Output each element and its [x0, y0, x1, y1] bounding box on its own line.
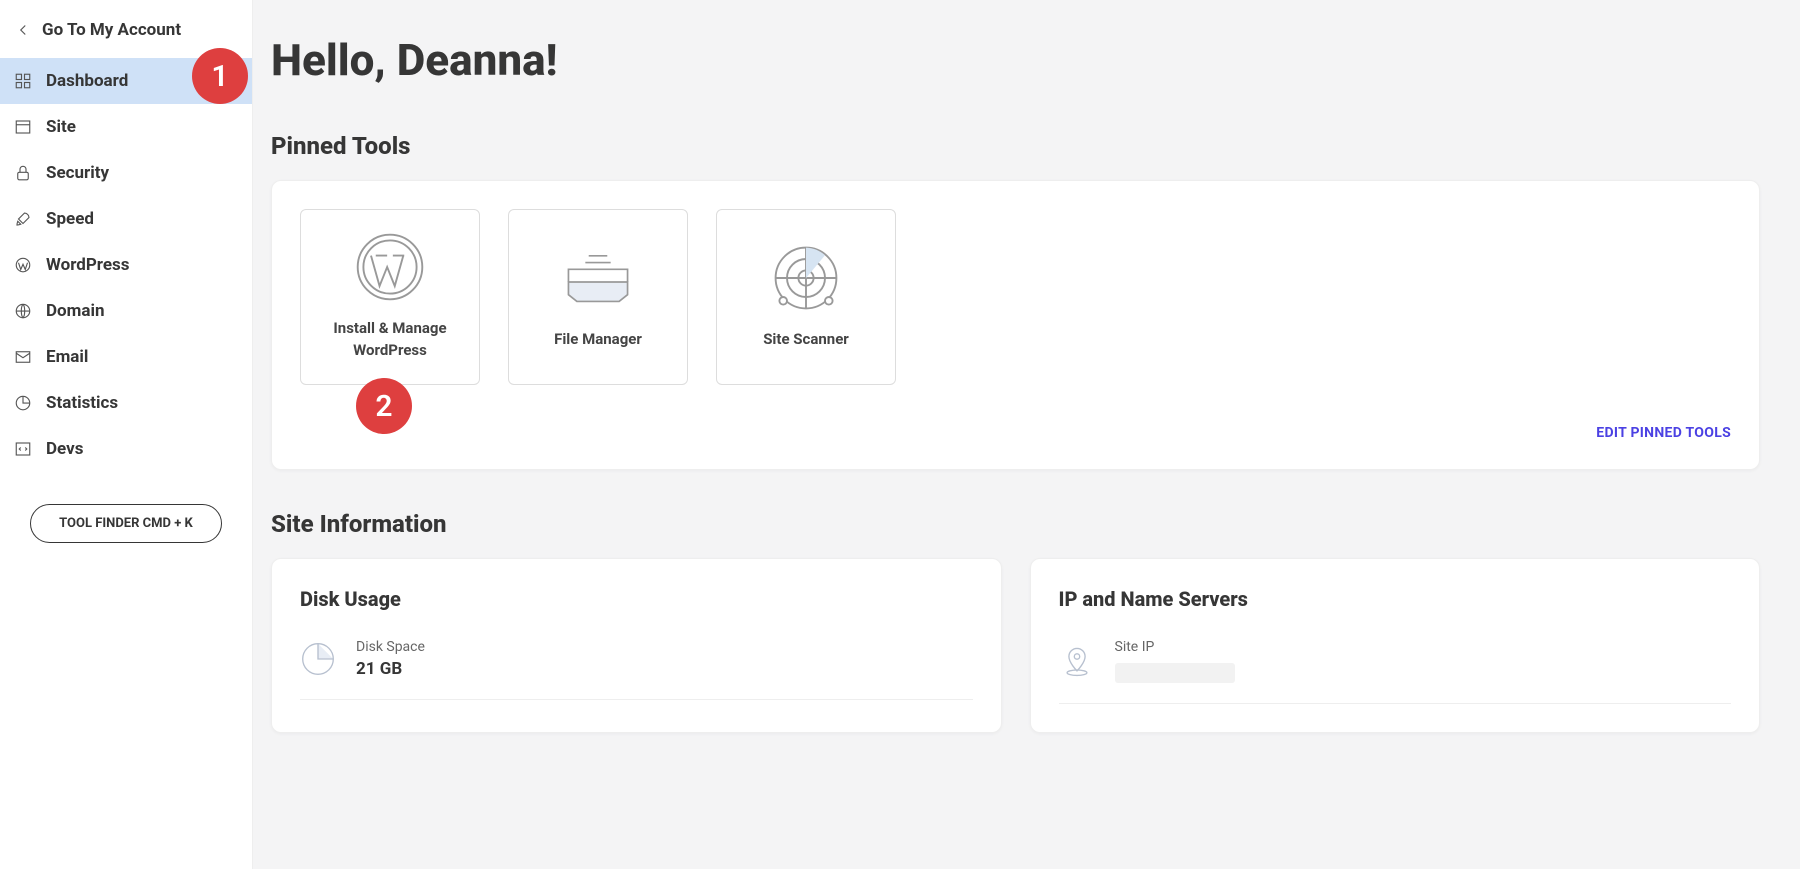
pie-chart-icon [300, 641, 336, 677]
sidebar-item-email[interactable]: Email [0, 334, 252, 380]
site-ip-row: Site IP [1059, 639, 1732, 704]
tool-label: File Manager [554, 329, 642, 351]
pinned-tools-title: Pinned Tools [271, 132, 1760, 160]
sidebar-item-label: Devs [46, 439, 83, 459]
pie-icon [14, 394, 32, 412]
ip-card: IP and Name Servers Site IP [1030, 558, 1761, 733]
lock-icon [14, 164, 32, 182]
disk-space-label: Disk Space [356, 639, 425, 655]
sidebar-item-label: Speed [46, 209, 94, 229]
site-ip-label: Site IP [1115, 639, 1235, 655]
ip-card-title: IP and Name Servers [1059, 587, 1732, 611]
tool-card-wordpress[interactable]: Install & Manage WordPress [300, 209, 480, 385]
edit-pinned-tools-link[interactable]: EDIT PINNED TOOLS [300, 425, 1731, 441]
annotation-marker-1: 1 [192, 48, 248, 104]
sidebar-item-label: Statistics [46, 393, 118, 413]
sidebar-item-label: Site [46, 117, 76, 137]
tools-row: Install & Manage WordPress File Manager [300, 209, 1731, 385]
tool-finder-label: TOOL FINDER CMD + K [59, 516, 193, 531]
disk-usage-card: Disk Usage Disk Space 21 GB [271, 558, 1002, 733]
wordpress-icon [14, 256, 32, 274]
go-to-account-label: Go To My Account [42, 20, 181, 40]
tool-label: Site Scanner [763, 329, 849, 351]
tool-label: Install & Manage WordPress [313, 318, 467, 362]
arrow-left-icon [14, 21, 32, 39]
filemanager-big-icon [560, 243, 636, 313]
main-content: Hello, Deanna! Pinned Tools Install & Ma… [253, 0, 1800, 869]
site-info-row: Disk Usage Disk Space 21 GB IP and Name … [271, 558, 1760, 733]
sidebar-item-security[interactable]: Security [0, 150, 252, 196]
scanner-big-icon [768, 243, 844, 313]
location-pin-icon [1059, 643, 1095, 679]
sidebar-item-label: Security [46, 163, 109, 183]
rocket-icon [14, 210, 32, 228]
code-icon [14, 440, 32, 458]
pinned-tools-card: Install & Manage WordPress File Manager [271, 180, 1760, 470]
wordpress-big-icon [352, 232, 428, 302]
page-greeting: Hello, Deanna! [271, 34, 1760, 86]
disk-usage-title: Disk Usage [300, 587, 973, 611]
annotation-marker-2: 2 [356, 378, 412, 434]
site-info-title: Site Information [271, 510, 1760, 538]
sidebar-item-label: WordPress [46, 255, 130, 275]
disk-space-value: 21 GB [356, 659, 425, 679]
sidebar-item-devs[interactable]: Devs [0, 426, 252, 472]
sidebar-item-domain[interactable]: Domain [0, 288, 252, 334]
sidebar-item-label: Dashboard [46, 71, 128, 91]
sidebar-item-site[interactable]: Site [0, 104, 252, 150]
tool-finder-button[interactable]: TOOL FINDER CMD + K [30, 504, 222, 543]
sidebar-item-label: Email [46, 347, 88, 367]
envelope-icon [14, 348, 32, 366]
sidebar-item-label: Domain [46, 301, 105, 321]
site-ip-value-redacted [1115, 663, 1235, 683]
sidebar-item-speed[interactable]: Speed [0, 196, 252, 242]
disk-space-row: Disk Space 21 GB [300, 639, 973, 700]
window-icon [14, 118, 32, 136]
globe-icon [14, 302, 32, 320]
sidebar-item-wordpress[interactable]: WordPress [0, 242, 252, 288]
sidebar: Go To My Account Dashboard Site Security… [0, 0, 253, 869]
tool-card-site-scanner[interactable]: Site Scanner [716, 209, 896, 385]
tool-card-file-manager[interactable]: File Manager [508, 209, 688, 385]
grid-icon [14, 72, 32, 90]
sidebar-item-statistics[interactable]: Statistics [0, 380, 252, 426]
